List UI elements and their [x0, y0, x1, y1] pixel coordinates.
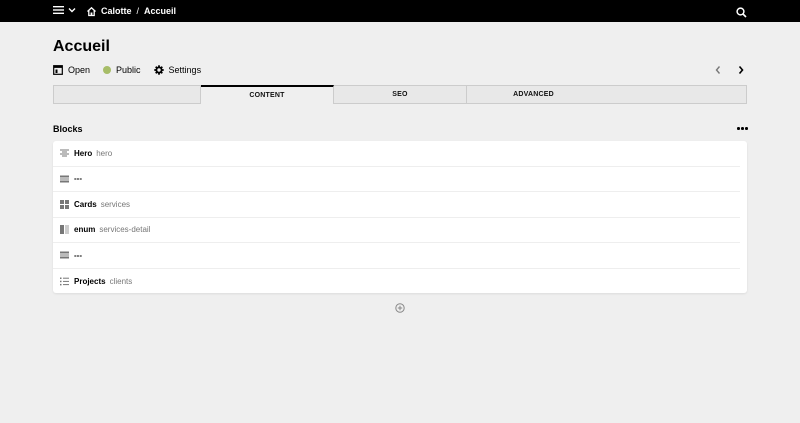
list-item[interactable]: enum services-detail	[53, 218, 740, 243]
breadcrumb-separator: /	[136, 6, 140, 16]
block-name: Hero	[74, 148, 93, 158]
page-pager	[714, 65, 745, 75]
tab-seo[interactable]: SEO	[334, 86, 467, 103]
list-icon	[60, 277, 69, 286]
tab-empty[interactable]	[54, 86, 201, 103]
tab-bar: CONTENT SEO ADVANCED	[53, 85, 747, 104]
more-options-icon[interactable]	[737, 127, 748, 130]
status-button[interactable]: Public	[103, 64, 141, 76]
status-label: Public	[116, 65, 141, 75]
page-actions: Open Public Settings	[53, 64, 214, 76]
list-item[interactable]: ---	[53, 167, 740, 192]
chevron-down-icon	[68, 8, 76, 13]
block-name: ---	[74, 174, 82, 184]
tab-content[interactable]: CONTENT	[201, 85, 334, 104]
list-item[interactable]: Projects clients	[53, 269, 740, 295]
page-title: Accueil	[53, 38, 110, 55]
open-button[interactable]: Open	[53, 64, 90, 76]
chevron-left-icon[interactable]	[714, 65, 722, 75]
block-name: enum	[74, 225, 96, 235]
block-type: services-detail	[99, 225, 151, 235]
settings-label: Settings	[168, 65, 202, 75]
block-name: Cards	[74, 199, 97, 209]
status-dot-icon	[103, 66, 112, 74]
open-label: Open	[68, 65, 91, 75]
text-center-icon	[60, 149, 69, 158]
blocks-title: Blocks	[53, 124, 83, 134]
search-icon	[736, 7, 747, 18]
gear-icon	[153, 65, 164, 75]
hamburger-icon	[53, 6, 64, 14]
breadcrumb-site[interactable]: Calotte	[101, 4, 132, 18]
chevron-right-icon[interactable]	[737, 65, 745, 75]
tab-advanced[interactable]: ADVANCED	[467, 86, 600, 103]
grid-icon	[60, 199, 69, 209]
search-button[interactable]	[736, 5, 747, 23]
block-type: hero	[96, 148, 113, 158]
top-bar: Calotte / Accueil	[0, 0, 800, 22]
list-item[interactable]: Hero hero	[53, 141, 740, 167]
block-type: clients	[109, 276, 133, 286]
columns-icon	[60, 225, 69, 235]
divider-icon	[60, 251, 69, 260]
divider-icon	[60, 174, 69, 183]
blocks-list: Hero hero --- Cards services enum servic…	[53, 141, 747, 293]
home-icon[interactable]	[86, 6, 97, 17]
breadcrumb: Calotte / Accueil	[86, 4, 176, 18]
list-item[interactable]: Cards services	[53, 192, 740, 218]
add-block-button[interactable]	[395, 300, 405, 318]
list-item[interactable]: ---	[53, 243, 740, 269]
menu-button[interactable]	[53, 5, 76, 15]
block-type: services	[100, 199, 131, 209]
breadcrumb-page[interactable]: Accueil	[144, 4, 176, 18]
block-name: Projects	[74, 276, 106, 286]
plus-circle-icon	[395, 303, 405, 313]
block-name: ---	[74, 250, 82, 260]
settings-button[interactable]: Settings	[153, 64, 202, 76]
open-window-icon	[53, 65, 63, 75]
